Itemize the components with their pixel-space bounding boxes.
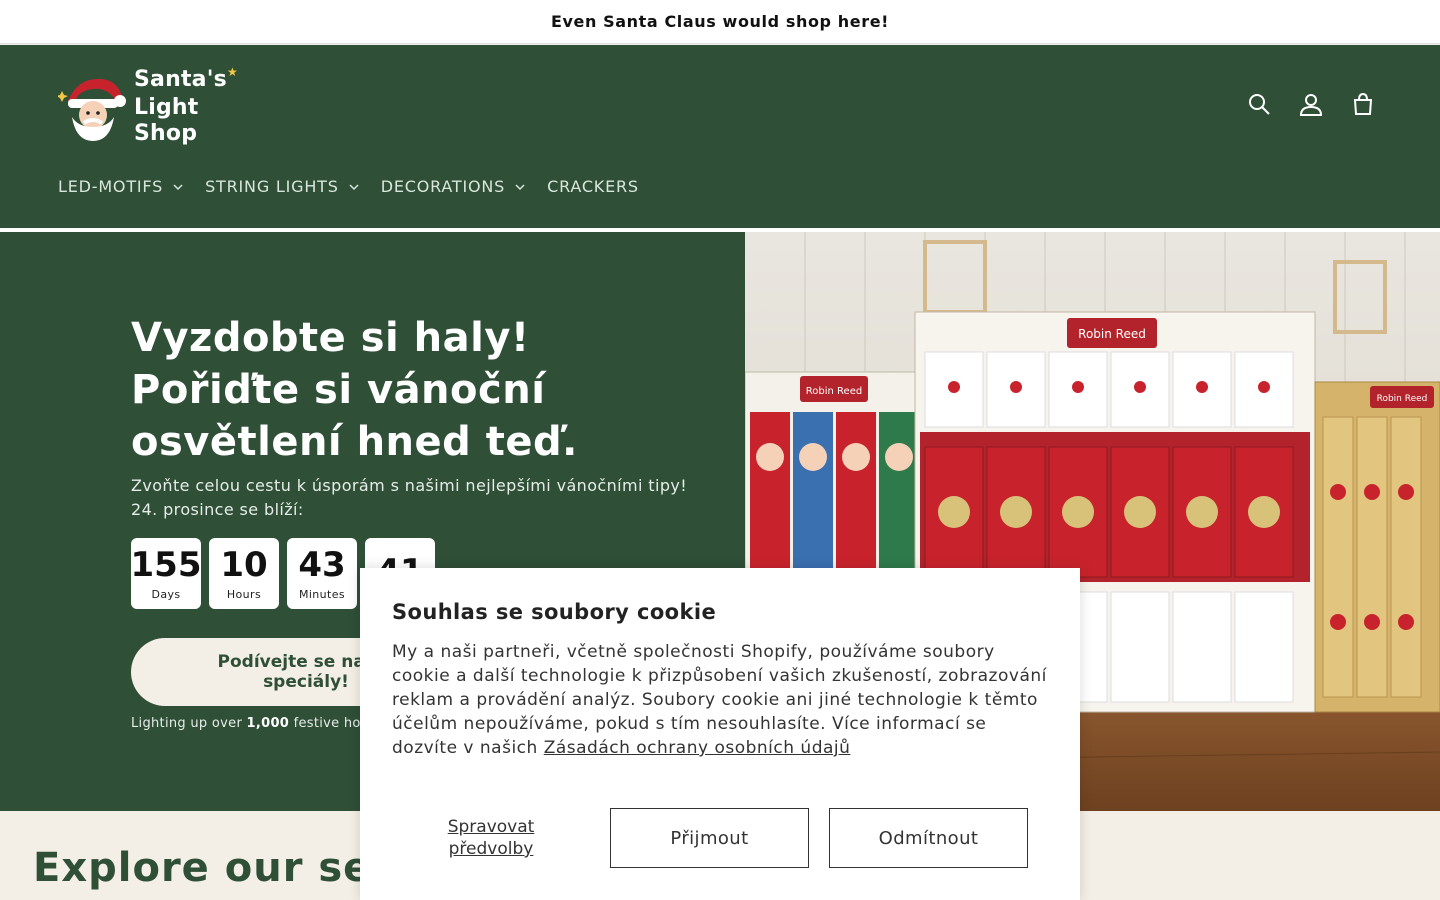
hero-title-line: Vyzdobte si haly!: [131, 315, 530, 361]
brand-apostrophe: 's: [206, 67, 227, 92]
header-actions: [1244, 89, 1378, 119]
nav-label: CRACKERS: [547, 177, 639, 196]
santa-logo-icon: [56, 71, 128, 143]
chevron-down-icon: [515, 183, 525, 190]
social-count: 1,000: [246, 716, 290, 731]
countdown-label: Minutes: [298, 588, 346, 601]
hero-title-line: Pořiďte si vánoční: [131, 367, 546, 413]
nav-label: LED-MOTIFS: [58, 177, 164, 196]
hero-subtitle: Zvoňte celou cestu k úsporám s našimi ne…: [131, 476, 688, 519]
chevron-down-icon: [349, 183, 359, 190]
brand-name: Santa's★ Light Shop: [134, 65, 263, 147]
cookie-body: My a naši partneři, včetně společnosti S…: [392, 640, 1052, 760]
search-icon[interactable]: [1244, 89, 1274, 119]
privacy-policy-link[interactable]: Zásadách ochrany osobních údajů: [544, 738, 851, 758]
countdown-value: 10: [220, 545, 268, 585]
explore-heading: Explore our sele: [33, 845, 415, 891]
account-icon[interactable]: [1296, 89, 1326, 119]
hero-title-line: osvětlení hned teď.: [131, 419, 578, 465]
countdown-hours: 10 Hours: [209, 538, 279, 609]
logo[interactable]: Santa's★ Light Shop: [56, 65, 263, 147]
decline-button[interactable]: Odmítnout: [829, 808, 1028, 868]
cookie-consent-dialog: Souhlas se soubory cookie My a naši part…: [360, 568, 1080, 900]
box-label: Robin Reed: [806, 386, 862, 397]
countdown-label: Days: [151, 588, 181, 601]
nav-item-decorations[interactable]: DECORATIONS: [381, 177, 525, 196]
accept-button[interactable]: Přijmout: [610, 808, 809, 868]
brand-line1: Santa: [134, 67, 207, 92]
countdown-days: 155 Days: [130, 538, 202, 609]
nav-item-crackers[interactable]: CRACKERS: [547, 177, 639, 196]
nav-item-led-motifs[interactable]: LED-MOTIFS: [58, 177, 183, 196]
main-nav: LED-MOTIFS STRING LIGHTS DECORATIONS CRA…: [58, 177, 639, 196]
nav-item-string-lights[interactable]: STRING LIGHTS: [205, 177, 359, 196]
social-prefix: Lighting up over: [131, 716, 247, 731]
nav-label: STRING LIGHTS: [205, 177, 339, 196]
manage-preferences-link[interactable]: Spravovat předvolby: [420, 816, 562, 860]
announcement-bar: Even Santa Claus would shop here!: [0, 0, 1440, 44]
brand-line2: Light Shop: [134, 95, 199, 146]
chevron-down-icon: [173, 183, 183, 190]
nav-label: DECORATIONS: [380, 177, 506, 196]
countdown-value: 43: [298, 545, 346, 585]
box-label: Robin Reed: [1078, 327, 1146, 341]
star-icon: ★: [226, 65, 238, 79]
santa-box: Robin Reed: [1314, 381, 1440, 713]
countdown-value: 155: [130, 545, 202, 585]
site-header: Santa's★ Light Shop LED-MOTIFS STRING LI…: [0, 45, 1440, 228]
hero-title: Vyzdobte si haly! Pořiďte si vánoční osv…: [131, 312, 651, 468]
social-proof-text: Lighting up over 1,000 festive hom: [131, 716, 374, 731]
countdown-label: Hours: [226, 588, 262, 601]
box-label: Robin Reed: [1377, 394, 1428, 404]
cookie-title: Souhlas se soubory cookie: [392, 600, 717, 624]
countdown-minutes: 43 Minutes: [287, 538, 357, 609]
announcement-text: Even Santa Claus would shop here!: [550, 12, 890, 31]
cart-icon[interactable]: [1348, 89, 1378, 119]
